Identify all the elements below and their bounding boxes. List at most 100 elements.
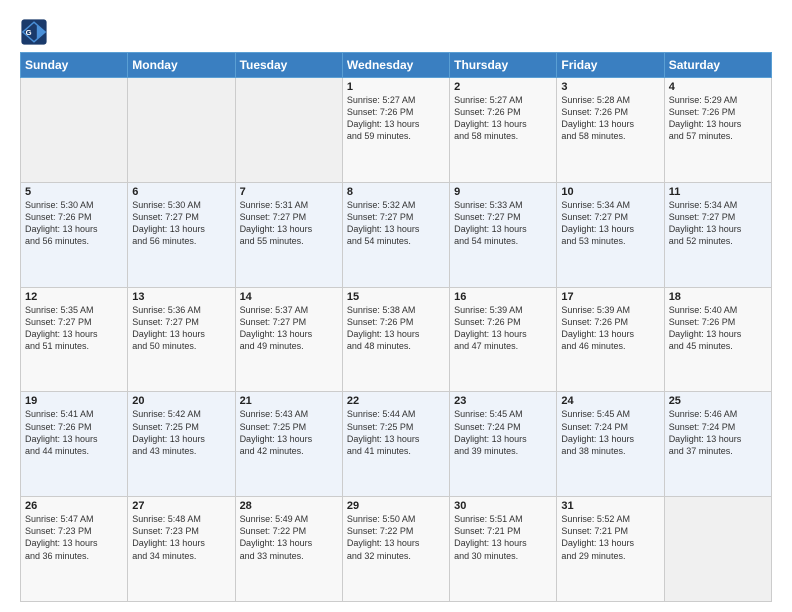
- day-info: Sunrise: 5:41 AM Sunset: 7:26 PM Dayligh…: [25, 408, 123, 457]
- day-info: Sunrise: 5:46 AM Sunset: 7:24 PM Dayligh…: [669, 408, 767, 457]
- day-number: 27: [132, 500, 230, 512]
- weekday-header-wednesday: Wednesday: [342, 53, 449, 78]
- day-info: Sunrise: 5:27 AM Sunset: 7:26 PM Dayligh…: [454, 94, 552, 143]
- calendar-cell: 1Sunrise: 5:27 AM Sunset: 7:26 PM Daylig…: [342, 78, 449, 183]
- day-info: Sunrise: 5:44 AM Sunset: 7:25 PM Dayligh…: [347, 408, 445, 457]
- page: G SundayMondayTuesdayWednesdayThursdayFr…: [0, 0, 792, 612]
- logo: G: [20, 18, 50, 46]
- calendar-cell: 29Sunrise: 5:50 AM Sunset: 7:22 PM Dayli…: [342, 497, 449, 602]
- day-number: 16: [454, 291, 552, 303]
- weekday-header-monday: Monday: [128, 53, 235, 78]
- day-number: 23: [454, 395, 552, 407]
- day-info: Sunrise: 5:31 AM Sunset: 7:27 PM Dayligh…: [240, 199, 338, 248]
- day-info: Sunrise: 5:49 AM Sunset: 7:22 PM Dayligh…: [240, 513, 338, 562]
- day-info: Sunrise: 5:30 AM Sunset: 7:27 PM Dayligh…: [132, 199, 230, 248]
- day-number: 29: [347, 500, 445, 512]
- calendar-cell: 7Sunrise: 5:31 AM Sunset: 7:27 PM Daylig…: [235, 182, 342, 287]
- day-number: 4: [669, 81, 767, 93]
- calendar-cell: 23Sunrise: 5:45 AM Sunset: 7:24 PM Dayli…: [450, 392, 557, 497]
- day-number: 7: [240, 186, 338, 198]
- weekday-header-tuesday: Tuesday: [235, 53, 342, 78]
- calendar-cell: 13Sunrise: 5:36 AM Sunset: 7:27 PM Dayli…: [128, 287, 235, 392]
- calendar-cell: 28Sunrise: 5:49 AM Sunset: 7:22 PM Dayli…: [235, 497, 342, 602]
- day-number: 6: [132, 186, 230, 198]
- day-number: 1: [347, 81, 445, 93]
- day-info: Sunrise: 5:37 AM Sunset: 7:27 PM Dayligh…: [240, 304, 338, 353]
- day-info: Sunrise: 5:28 AM Sunset: 7:26 PM Dayligh…: [561, 94, 659, 143]
- calendar-cell: 20Sunrise: 5:42 AM Sunset: 7:25 PM Dayli…: [128, 392, 235, 497]
- calendar-week-row: 1Sunrise: 5:27 AM Sunset: 7:26 PM Daylig…: [21, 78, 772, 183]
- weekday-header-row: SundayMondayTuesdayWednesdayThursdayFrid…: [21, 53, 772, 78]
- calendar-cell: [235, 78, 342, 183]
- calendar-cell: 14Sunrise: 5:37 AM Sunset: 7:27 PM Dayli…: [235, 287, 342, 392]
- day-number: 8: [347, 186, 445, 198]
- calendar-cell: 8Sunrise: 5:32 AM Sunset: 7:27 PM Daylig…: [342, 182, 449, 287]
- day-info: Sunrise: 5:29 AM Sunset: 7:26 PM Dayligh…: [669, 94, 767, 143]
- day-info: Sunrise: 5:35 AM Sunset: 7:27 PM Dayligh…: [25, 304, 123, 353]
- day-info: Sunrise: 5:45 AM Sunset: 7:24 PM Dayligh…: [454, 408, 552, 457]
- day-number: 24: [561, 395, 659, 407]
- day-number: 31: [561, 500, 659, 512]
- header: G: [20, 18, 772, 46]
- day-number: 18: [669, 291, 767, 303]
- day-number: 21: [240, 395, 338, 407]
- day-info: Sunrise: 5:27 AM Sunset: 7:26 PM Dayligh…: [347, 94, 445, 143]
- day-number: 20: [132, 395, 230, 407]
- day-info: Sunrise: 5:34 AM Sunset: 7:27 PM Dayligh…: [561, 199, 659, 248]
- day-number: 3: [561, 81, 659, 93]
- calendar-cell: 4Sunrise: 5:29 AM Sunset: 7:26 PM Daylig…: [664, 78, 771, 183]
- calendar-cell: 2Sunrise: 5:27 AM Sunset: 7:26 PM Daylig…: [450, 78, 557, 183]
- calendar-cell: 15Sunrise: 5:38 AM Sunset: 7:26 PM Dayli…: [342, 287, 449, 392]
- day-number: 12: [25, 291, 123, 303]
- calendar-week-row: 26Sunrise: 5:47 AM Sunset: 7:23 PM Dayli…: [21, 497, 772, 602]
- day-number: 19: [25, 395, 123, 407]
- calendar-cell: 27Sunrise: 5:48 AM Sunset: 7:23 PM Dayli…: [128, 497, 235, 602]
- calendar-cell: 30Sunrise: 5:51 AM Sunset: 7:21 PM Dayli…: [450, 497, 557, 602]
- day-info: Sunrise: 5:40 AM Sunset: 7:26 PM Dayligh…: [669, 304, 767, 353]
- day-number: 14: [240, 291, 338, 303]
- day-number: 5: [25, 186, 123, 198]
- day-number: 10: [561, 186, 659, 198]
- calendar-cell: 21Sunrise: 5:43 AM Sunset: 7:25 PM Dayli…: [235, 392, 342, 497]
- day-info: Sunrise: 5:51 AM Sunset: 7:21 PM Dayligh…: [454, 513, 552, 562]
- day-number: 17: [561, 291, 659, 303]
- day-info: Sunrise: 5:32 AM Sunset: 7:27 PM Dayligh…: [347, 199, 445, 248]
- day-info: Sunrise: 5:52 AM Sunset: 7:21 PM Dayligh…: [561, 513, 659, 562]
- calendar-week-row: 12Sunrise: 5:35 AM Sunset: 7:27 PM Dayli…: [21, 287, 772, 392]
- day-info: Sunrise: 5:42 AM Sunset: 7:25 PM Dayligh…: [132, 408, 230, 457]
- calendar-cell: 31Sunrise: 5:52 AM Sunset: 7:21 PM Dayli…: [557, 497, 664, 602]
- day-info: Sunrise: 5:36 AM Sunset: 7:27 PM Dayligh…: [132, 304, 230, 353]
- day-number: 25: [669, 395, 767, 407]
- day-info: Sunrise: 5:45 AM Sunset: 7:24 PM Dayligh…: [561, 408, 659, 457]
- calendar-cell: 18Sunrise: 5:40 AM Sunset: 7:26 PM Dayli…: [664, 287, 771, 392]
- day-number: 9: [454, 186, 552, 198]
- day-info: Sunrise: 5:39 AM Sunset: 7:26 PM Dayligh…: [454, 304, 552, 353]
- calendar-cell: 19Sunrise: 5:41 AM Sunset: 7:26 PM Dayli…: [21, 392, 128, 497]
- svg-text:G: G: [26, 28, 32, 37]
- day-info: Sunrise: 5:47 AM Sunset: 7:23 PM Dayligh…: [25, 513, 123, 562]
- weekday-header-sunday: Sunday: [21, 53, 128, 78]
- calendar-cell: 25Sunrise: 5:46 AM Sunset: 7:24 PM Dayli…: [664, 392, 771, 497]
- calendar-cell: 26Sunrise: 5:47 AM Sunset: 7:23 PM Dayli…: [21, 497, 128, 602]
- weekday-header-thursday: Thursday: [450, 53, 557, 78]
- calendar-cell: 6Sunrise: 5:30 AM Sunset: 7:27 PM Daylig…: [128, 182, 235, 287]
- day-info: Sunrise: 5:34 AM Sunset: 7:27 PM Dayligh…: [669, 199, 767, 248]
- calendar-cell: 22Sunrise: 5:44 AM Sunset: 7:25 PM Dayli…: [342, 392, 449, 497]
- calendar-cell: 10Sunrise: 5:34 AM Sunset: 7:27 PM Dayli…: [557, 182, 664, 287]
- day-number: 15: [347, 291, 445, 303]
- calendar-cell: [128, 78, 235, 183]
- day-info: Sunrise: 5:39 AM Sunset: 7:26 PM Dayligh…: [561, 304, 659, 353]
- calendar-cell: [664, 497, 771, 602]
- day-info: Sunrise: 5:30 AM Sunset: 7:26 PM Dayligh…: [25, 199, 123, 248]
- calendar-cell: 3Sunrise: 5:28 AM Sunset: 7:26 PM Daylig…: [557, 78, 664, 183]
- day-info: Sunrise: 5:33 AM Sunset: 7:27 PM Dayligh…: [454, 199, 552, 248]
- calendar-week-row: 19Sunrise: 5:41 AM Sunset: 7:26 PM Dayli…: [21, 392, 772, 497]
- day-number: 13: [132, 291, 230, 303]
- day-number: 28: [240, 500, 338, 512]
- calendar-week-row: 5Sunrise: 5:30 AM Sunset: 7:26 PM Daylig…: [21, 182, 772, 287]
- day-number: 26: [25, 500, 123, 512]
- day-number: 30: [454, 500, 552, 512]
- weekday-header-friday: Friday: [557, 53, 664, 78]
- calendar-table: SundayMondayTuesdayWednesdayThursdayFrid…: [20, 52, 772, 602]
- calendar-cell: [21, 78, 128, 183]
